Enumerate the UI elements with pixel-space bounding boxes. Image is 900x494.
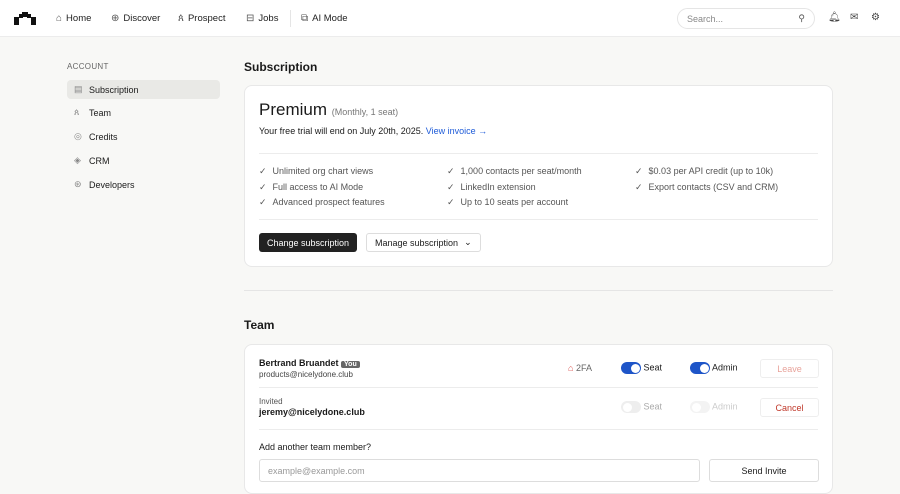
nav-jobs[interactable]: ⊟ Jobs (246, 0, 278, 37)
sidebar-item-team[interactable]: ጰ Team (67, 103, 220, 122)
search-input[interactable]: Search... ⚲ (677, 8, 815, 29)
sidebar-item-subscription[interactable]: ▤ Subscription (67, 80, 220, 99)
feature-item: ✓ LinkedIn extension (447, 182, 536, 192)
home-icon: ⌂ (56, 13, 63, 24)
subscription-card: Premium (Monthly, 1 seat) Your free tria… (244, 85, 833, 267)
check-icon: ✓ (259, 197, 267, 207)
toggle-switch[interactable] (621, 401, 641, 413)
manage-subscription-dropdown[interactable]: Manage subscription ⌄ (366, 233, 481, 252)
check-icon: ✓ (447, 182, 455, 192)
feature-item: ✓ Export contacts (CSV and CRM) (635, 182, 779, 192)
trial-text: Your free trial will end on July 20th, 2… (259, 126, 488, 136)
briefcase-icon: ⊟ (246, 13, 255, 24)
invited-label: Invited (259, 397, 283, 406)
bell-icon[interactable]: 🔔︎ (828, 12, 841, 23)
check-icon: ✓ (635, 182, 643, 192)
admin-toggle[interactable]: Admin (690, 401, 738, 413)
chevron-down-icon: ⌄ (464, 237, 472, 247)
toggle-switch[interactable] (690, 401, 710, 413)
nav-home[interactable]: ⌂ Home (56, 0, 91, 37)
admin-toggle[interactable]: Admin (690, 362, 738, 374)
nav-divider (290, 10, 291, 27)
divider (259, 387, 818, 388)
cancel-invite-button[interactable]: Cancel (760, 398, 819, 417)
section-divider (244, 290, 833, 291)
users-icon: ጰ (178, 13, 184, 24)
check-icon: ✓ (259, 166, 267, 176)
check-icon: ✓ (447, 197, 455, 207)
divider (259, 429, 818, 430)
team-card: Bertrand Bruandet You products@nicelydon… (244, 344, 833, 494)
view-invoice-link[interactable]: View invoice → (426, 126, 487, 136)
divider (259, 219, 818, 220)
toggle-switch[interactable] (621, 362, 641, 374)
sidebar-item-developers[interactable]: ⊛ Developers (67, 175, 220, 194)
send-invite-button[interactable]: Send Invite (709, 459, 819, 482)
lock-icon: ⌂ (568, 363, 574, 373)
feature-item: ✓ $0.03 per API credit (up to 10k) (635, 166, 774, 176)
change-subscription-button[interactable]: Change subscription (259, 233, 358, 252)
sidebar-item-crm[interactable]: ◈ CRM (67, 151, 220, 170)
email-input[interactable]: example@example.com (259, 459, 700, 482)
subscription-title: Subscription (244, 60, 318, 74)
toggle-switch[interactable] (690, 362, 710, 374)
team-title: Team (244, 318, 275, 332)
nav-discover[interactable]: ⊕ Discover (111, 0, 160, 37)
search-icon: ⚲ (798, 13, 805, 23)
divider (259, 153, 818, 154)
code-icon: ⊛ (74, 179, 82, 189)
feature-item: ✓ Up to 10 seats per account (447, 197, 569, 207)
top-bar: ⌂ Home ⊕ Discover ጰ Prospect ⊟ Jobs ⧉ AI Mode… (0, 0, 900, 37)
globe-icon: ⊕ (111, 13, 120, 24)
seat-toggle[interactable]: Seat (621, 362, 662, 374)
feature-item: ✓ 1,000 contacts per seat/month (447, 166, 582, 176)
check-icon: ✓ (447, 166, 455, 176)
member-email: products@nicelydone.club (259, 370, 353, 379)
nav-prospect[interactable]: ጰ Prospect (178, 0, 225, 37)
feature-item: ✓ Unlimited org chart views (259, 166, 374, 176)
coins-icon: ◎ (74, 131, 82, 141)
add-member-label: Add another team member? (259, 442, 372, 452)
logo[interactable] (14, 12, 36, 25)
sidebar-item-credits[interactable]: ◎ Credits (67, 127, 220, 146)
member-email: jeremy@nicelydone.club (259, 407, 365, 417)
feature-item: ✓ Full access to AI Mode (259, 182, 364, 192)
nav-ai-mode[interactable]: ⧉ AI Mode (301, 0, 348, 37)
member-name: Bertrand Bruandet You (259, 358, 360, 368)
inbox-icon[interactable]: ✉ (850, 12, 858, 23)
2fa-status: ⌂ 2FA (568, 363, 592, 373)
ai-icon: ⧉ (301, 13, 309, 24)
layers-icon: ◈ (74, 155, 81, 165)
plan-name: Premium (Monthly, 1 seat) (259, 100, 399, 119)
receipt-icon: ▤ (74, 84, 83, 94)
check-icon: ✓ (259, 182, 267, 192)
seat-toggle[interactable]: Seat (621, 401, 662, 413)
sidebar-heading: ACCOUNT (67, 62, 109, 71)
gear-icon[interactable]: ⚙ (871, 12, 880, 23)
leave-button[interactable]: Leave (760, 359, 819, 378)
check-icon: ✓ (635, 166, 643, 176)
feature-item: ✓ Advanced prospect features (259, 197, 385, 207)
users-icon: ጰ (74, 107, 80, 117)
you-badge: You (341, 361, 360, 368)
